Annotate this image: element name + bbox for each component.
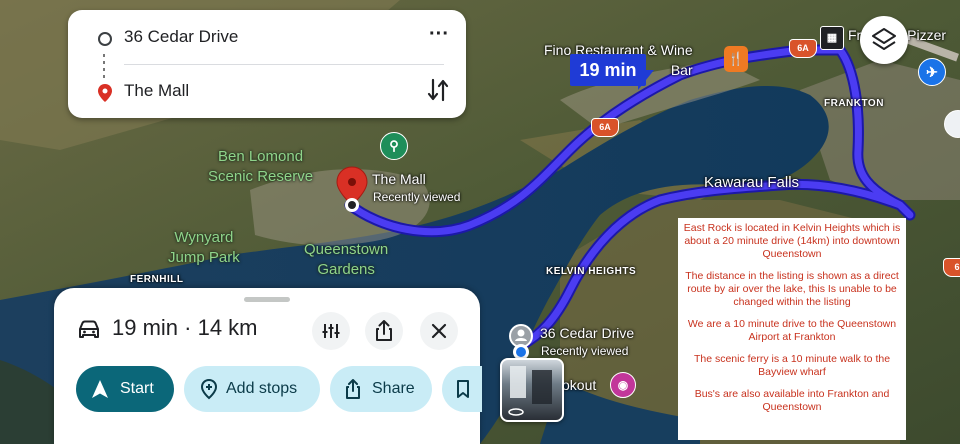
share-icon bbox=[346, 379, 360, 399]
share-label: Share bbox=[372, 380, 415, 397]
label-kelvin-heights: KELVIN HEIGHTS bbox=[546, 266, 637, 277]
listing-note: East Rock is located in Kelvin Heights w… bbox=[678, 218, 906, 440]
route-summary: 19 min · 14 km bbox=[112, 315, 258, 340]
label-wynyard[interactable]: Wynyard Jump Park bbox=[168, 228, 240, 268]
sheet-drag-handle[interactable] bbox=[244, 297, 290, 302]
note-paragraph: East Rock is located in Kelvin Heights w… bbox=[683, 222, 901, 260]
start-button[interactable]: Start bbox=[76, 366, 174, 412]
route-eta-badge[interactable]: 19 min bbox=[570, 54, 646, 86]
note-paragraph: The distance in the listing is shown as … bbox=[685, 270, 899, 308]
more-options-button[interactable]: ··· bbox=[426, 24, 452, 50]
rotate-360-icon bbox=[508, 366, 552, 416]
label-lookout[interactable]: okout bbox=[562, 376, 596, 394]
navigation-arrow-icon bbox=[92, 380, 108, 398]
highway-shield-6a-upper: 6A bbox=[789, 39, 817, 58]
layers-icon bbox=[872, 28, 896, 50]
label-ben-lomond[interactable]: Ben Lomond Scenic Reserve bbox=[208, 147, 313, 187]
destination-input[interactable]: The Mall bbox=[124, 81, 189, 101]
label-cedar-recently-viewed: Recently viewed bbox=[541, 344, 629, 358]
camera-poi-icon[interactable]: ◉ bbox=[610, 372, 636, 398]
save-button[interactable] bbox=[442, 366, 482, 412]
note-paragraph: We are a 10 minute drive to the Queensto… bbox=[687, 318, 897, 343]
route-eta-badge-tail bbox=[638, 70, 654, 90]
route-options-button[interactable] bbox=[312, 312, 350, 350]
origin-circle-icon bbox=[98, 32, 112, 46]
business-poi-icon[interactable]: ▦ bbox=[820, 26, 844, 50]
add-stops-label: Add stops bbox=[226, 380, 298, 397]
share-export-button[interactable] bbox=[365, 312, 403, 350]
tune-icon bbox=[322, 324, 340, 338]
highway-shield-6a-lower: 6A bbox=[591, 118, 619, 137]
label-36-cedar-drive[interactable]: 36 Cedar Drive bbox=[540, 324, 634, 342]
label-queenstown-gardens[interactable]: Queenstown Gardens bbox=[304, 240, 388, 280]
route-dots-icon bbox=[103, 54, 105, 82]
bookmark-icon bbox=[457, 380, 469, 398]
park-poi-icon[interactable]: ⚲ bbox=[380, 132, 408, 160]
origin-input[interactable]: 36 Cedar Drive bbox=[124, 27, 238, 47]
start-label: Start bbox=[120, 380, 154, 397]
street-view-thumbnail[interactable] bbox=[500, 358, 564, 422]
share-button[interactable]: Share bbox=[330, 366, 432, 412]
airport-poi-icon[interactable]: ✈ bbox=[918, 58, 946, 86]
highway-shield-6: 6 bbox=[943, 258, 960, 277]
car-icon bbox=[79, 320, 99, 338]
note-paragraph: The scenic ferry is a 10 minute walk to … bbox=[693, 353, 891, 378]
label-kawarau-falls[interactable]: Kawarau Falls bbox=[704, 174, 799, 192]
upload-icon bbox=[376, 320, 392, 341]
restaurant-poi-icon[interactable]: 🍴 bbox=[724, 46, 748, 72]
label-the-mall-recently-viewed: Recently viewed bbox=[373, 190, 461, 204]
layers-button[interactable] bbox=[860, 16, 908, 64]
add-location-icon bbox=[200, 378, 218, 400]
label-the-mall[interactable]: The Mall bbox=[372, 170, 426, 188]
close-button[interactable] bbox=[420, 312, 458, 350]
note-paragraph: Bus's are also available into Frankton a… bbox=[694, 388, 890, 413]
label-frankton: FRANKTON bbox=[824, 98, 884, 109]
close-icon bbox=[431, 323, 447, 339]
directions-search-card: 36 Cedar Drive The Mall ··· bbox=[68, 10, 466, 118]
directions-bottom-sheet: 19 min · 14 km Start Add stops Share bbox=[54, 288, 482, 444]
search-divider bbox=[124, 64, 444, 65]
swap-directions-icon[interactable] bbox=[424, 76, 452, 104]
label-fernhill: FERNHILL bbox=[130, 274, 184, 285]
add-stops-button[interactable]: Add stops bbox=[184, 366, 320, 412]
location-pin-icon bbox=[98, 84, 112, 102]
